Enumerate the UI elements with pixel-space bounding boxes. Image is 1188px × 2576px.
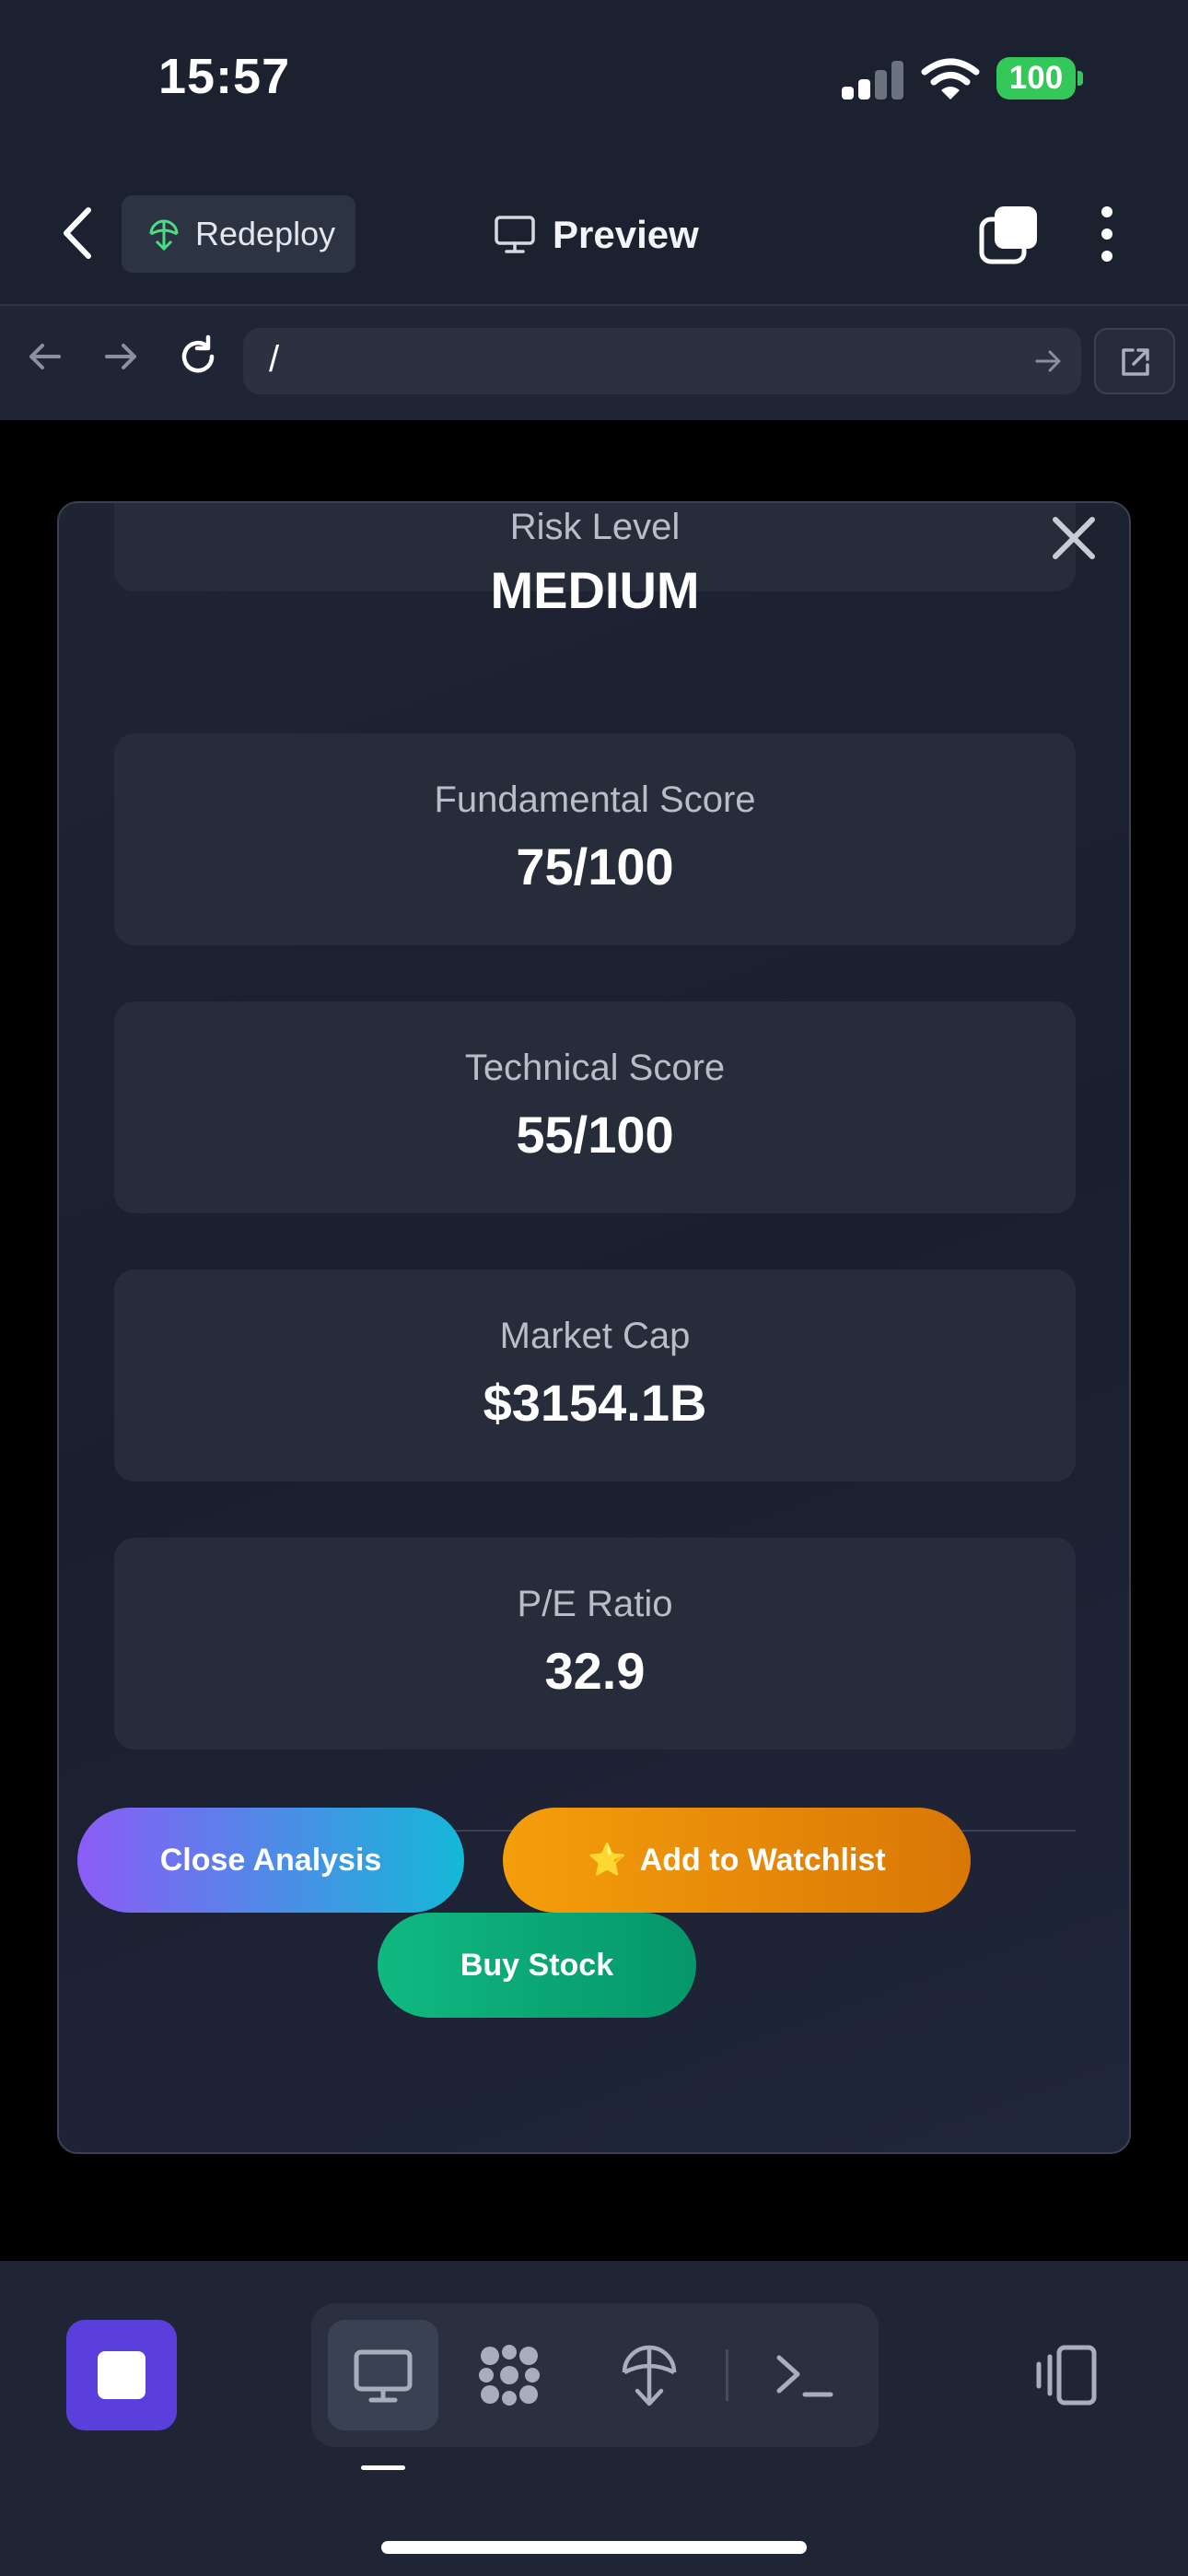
redeploy-label: Redeploy — [195, 215, 336, 252]
tabs-icon[interactable] — [976, 203, 1041, 267]
status-time: 15:57 — [158, 49, 291, 104]
card-label: Risk Level — [509, 507, 681, 547]
apps-grid-icon[interactable] — [477, 2343, 542, 2407]
mode-switcher — [311, 2303, 879, 2447]
active-mode-indicator — [361, 2465, 405, 2470]
home-indicator — [381, 2541, 807, 2554]
desktop-mode-button[interactable] — [328, 2320, 438, 2430]
wifi-icon — [921, 58, 980, 100]
nav-back-icon[interactable] — [22, 334, 68, 380]
go-arrow-icon[interactable] — [1033, 346, 1063, 376]
separator — [726, 2349, 728, 2401]
card-value: MEDIUM — [490, 561, 700, 619]
technical-score-card: Technical Score 55/100 — [114, 1001, 1076, 1213]
url-text: / — [269, 339, 280, 380]
signal-icon — [842, 61, 904, 100]
back-chevron-icon[interactable] — [55, 203, 101, 263]
open-external-icon — [1122, 348, 1149, 376]
open-external-button[interactable] — [1094, 328, 1175, 394]
watchlist-label: Add to Watchlist — [639, 1842, 886, 1878]
redeploy-button[interactable]: Redeploy — [122, 195, 355, 273]
card-label: Technical Score — [464, 1048, 726, 1088]
battery-icon: 100 — [996, 57, 1085, 100]
redeploy-icon — [149, 219, 179, 252]
card-value: 75/100 — [516, 837, 674, 896]
card-value: 55/100 — [516, 1106, 674, 1164]
market-cap-card: Market Cap $3154.1B — [114, 1270, 1076, 1481]
star-icon: ⭐ — [588, 1843, 627, 1878]
stop-icon — [98, 2351, 146, 2399]
fundamental-score-card: Fundamental Score 75/100 — [114, 733, 1076, 945]
preview-viewport: Risk Level MEDIUM Fundamental Score 75/1… — [0, 420, 1188, 2261]
risk-level-card: Risk Level MEDIUM — [114, 503, 1076, 619]
deploy-icon[interactable] — [617, 2343, 681, 2407]
card-label: Fundamental Score — [434, 779, 756, 820]
card-value: $3154.1B — [483, 1374, 707, 1432]
device-toggle-icon[interactable] — [1031, 2340, 1101, 2410]
reload-icon[interactable] — [175, 334, 221, 380]
stop-button[interactable] — [66, 2320, 177, 2430]
battery-level: 100 — [996, 57, 1076, 100]
more-vertical-icon[interactable] — [1089, 205, 1125, 263]
buy-stock-button[interactable]: Buy Stock — [378, 1913, 696, 2018]
card-label: P/E Ratio — [517, 1584, 673, 1624]
desktop-icon — [354, 2349, 413, 2403]
nav-forward-icon[interactable] — [98, 334, 144, 380]
preview-label: Preview — [553, 213, 699, 256]
card-value: 32.9 — [544, 1642, 646, 1700]
add-to-watchlist-button[interactable]: ⭐ Add to Watchlist — [503, 1808, 971, 1913]
url-input[interactable]: / — [243, 328, 1081, 394]
close-icon[interactable] — [1046, 510, 1101, 566]
pe-ratio-card: P/E Ratio 32.9 — [114, 1538, 1076, 1750]
terminal-icon[interactable] — [772, 2343, 836, 2407]
card-label: Market Cap — [499, 1316, 691, 1356]
close-analysis-button[interactable]: Close Analysis — [77, 1808, 464, 1913]
preview-title: Preview — [494, 205, 699, 265]
monitor-icon — [495, 216, 535, 253]
